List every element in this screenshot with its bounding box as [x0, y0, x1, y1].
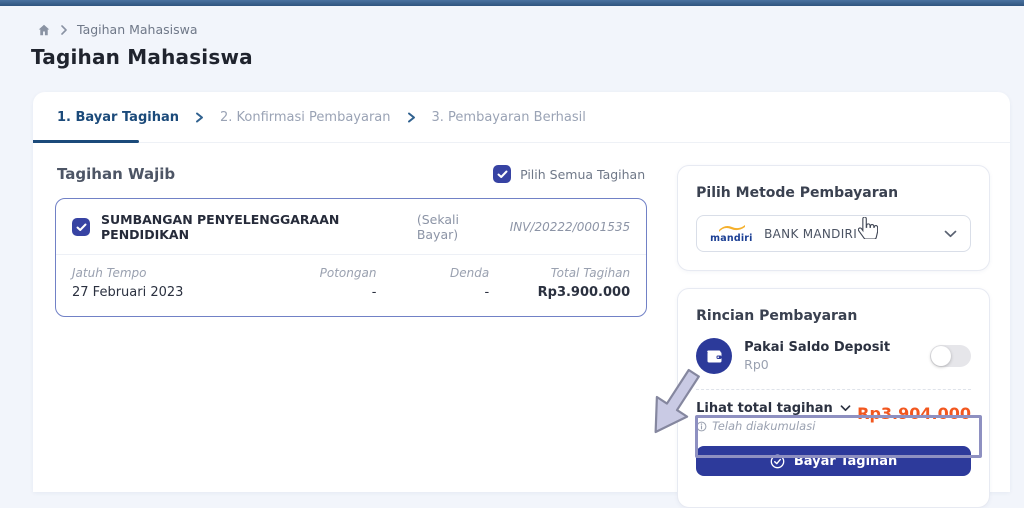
invoice-name: SUMBANGAN PENYELENGGARAAN PENDIDIKAN	[101, 212, 340, 242]
dashed-divider	[696, 389, 971, 390]
grand-total-amount: Rp3.904.000	[857, 404, 971, 423]
step-wizard: 1. Bayar Tagihan 2. Konfirmasi Pembayara…	[33, 92, 1010, 143]
billing-section: Tagihan Wajib Pilih Semua Tagihan SUMBAN…	[55, 165, 648, 317]
payment-method-title: Pilih Metode Pembayaran	[696, 185, 899, 201]
fine-value: -	[484, 285, 490, 300]
select-all-checkbox[interactable]	[493, 165, 512, 183]
bayar-tagihan-button[interactable]: Bayar Tagihan	[696, 446, 971, 476]
total-value: Rp3.900.000	[537, 285, 631, 300]
mandiri-swoosh-icon	[719, 224, 746, 232]
deposit-label: Pakai Saldo Deposit	[744, 340, 891, 355]
fine-label: Denda	[449, 266, 490, 280]
deposit-toggle[interactable]	[930, 345, 971, 367]
invoice-checkbox[interactable]	[72, 218, 90, 236]
toggle-knob	[931, 346, 951, 366]
bank-select-dropdown[interactable]: mandiri BANK MANDIRI	[696, 215, 971, 252]
wallet-icon	[696, 338, 733, 374]
total-note: Telah diakumulasi	[696, 419, 851, 433]
chevron-right-icon	[407, 112, 416, 123]
step-konfirmasi-pembayaran[interactable]: 2. Konfirmasi Pembayaran	[220, 110, 391, 125]
page-title: Tagihan Mahasiswa	[31, 45, 253, 69]
check-icon	[497, 170, 508, 178]
discount-label: Potongan	[319, 266, 377, 280]
chevron-down-icon	[944, 230, 957, 238]
payment-method-panel: Pilih Metode Pembayaran mandiri BANK MAN…	[677, 165, 990, 271]
active-step-indicator	[33, 140, 139, 143]
selected-bank-name: BANK MANDIRI	[764, 226, 858, 241]
discount-value: -	[371, 285, 377, 300]
home-icon[interactable]	[37, 23, 51, 37]
invoice-number: INV/20222/0001535	[509, 220, 631, 234]
main-card: 1. Bayar Tagihan 2. Konfirmasi Pembayara…	[33, 92, 1010, 508]
due-date-label: Jatuh Tempo	[72, 266, 147, 280]
bank-mandiri-logo: mandiri	[710, 224, 752, 244]
info-icon	[696, 421, 707, 431]
payment-details-panel: Rincian Pembayaran Pakai Saldo Deposit R…	[677, 288, 990, 508]
invoice-details: Jatuh Tempo Potongan Denda Total Tagihan…	[56, 255, 646, 316]
step-bayar-tagihan[interactable]: 1. Bayar Tagihan	[57, 110, 179, 125]
deposit-balance: Rp0	[744, 357, 769, 372]
chevron-right-icon	[195, 112, 204, 123]
step-pembayaran-berhasil[interactable]: 3. Pembayaran Berhasil	[432, 110, 586, 125]
total-label: Total Tagihan	[550, 266, 631, 280]
chevron-right-icon	[60, 24, 68, 35]
breadcrumb: Tagihan Mahasiswa	[37, 22, 198, 37]
section-title: Tagihan Wajib	[57, 165, 176, 183]
top-navbar-edge	[0, 0, 1024, 6]
check-circle-icon	[770, 454, 785, 468]
invoice-card: SUMBANGAN PENYELENGGARAAN PENDIDIKAN (Se…	[55, 198, 648, 317]
payment-details-title: Rincian Pembayaran	[696, 308, 858, 324]
breadcrumb-item[interactable]: Tagihan Mahasiswa	[77, 22, 198, 37]
show-total-link[interactable]: Lihat total tagihan	[696, 401, 851, 416]
due-date-value: 27 Februari 2023	[72, 285, 184, 300]
check-icon	[76, 223, 86, 231]
select-all-label: Pilih Semua Tagihan	[520, 166, 646, 182]
invoice-frequency: (Sekali Bayar)	[416, 212, 459, 242]
chevron-down-icon	[840, 405, 851, 412]
select-all-tagihan[interactable]: Pilih Semua Tagihan	[493, 165, 645, 183]
